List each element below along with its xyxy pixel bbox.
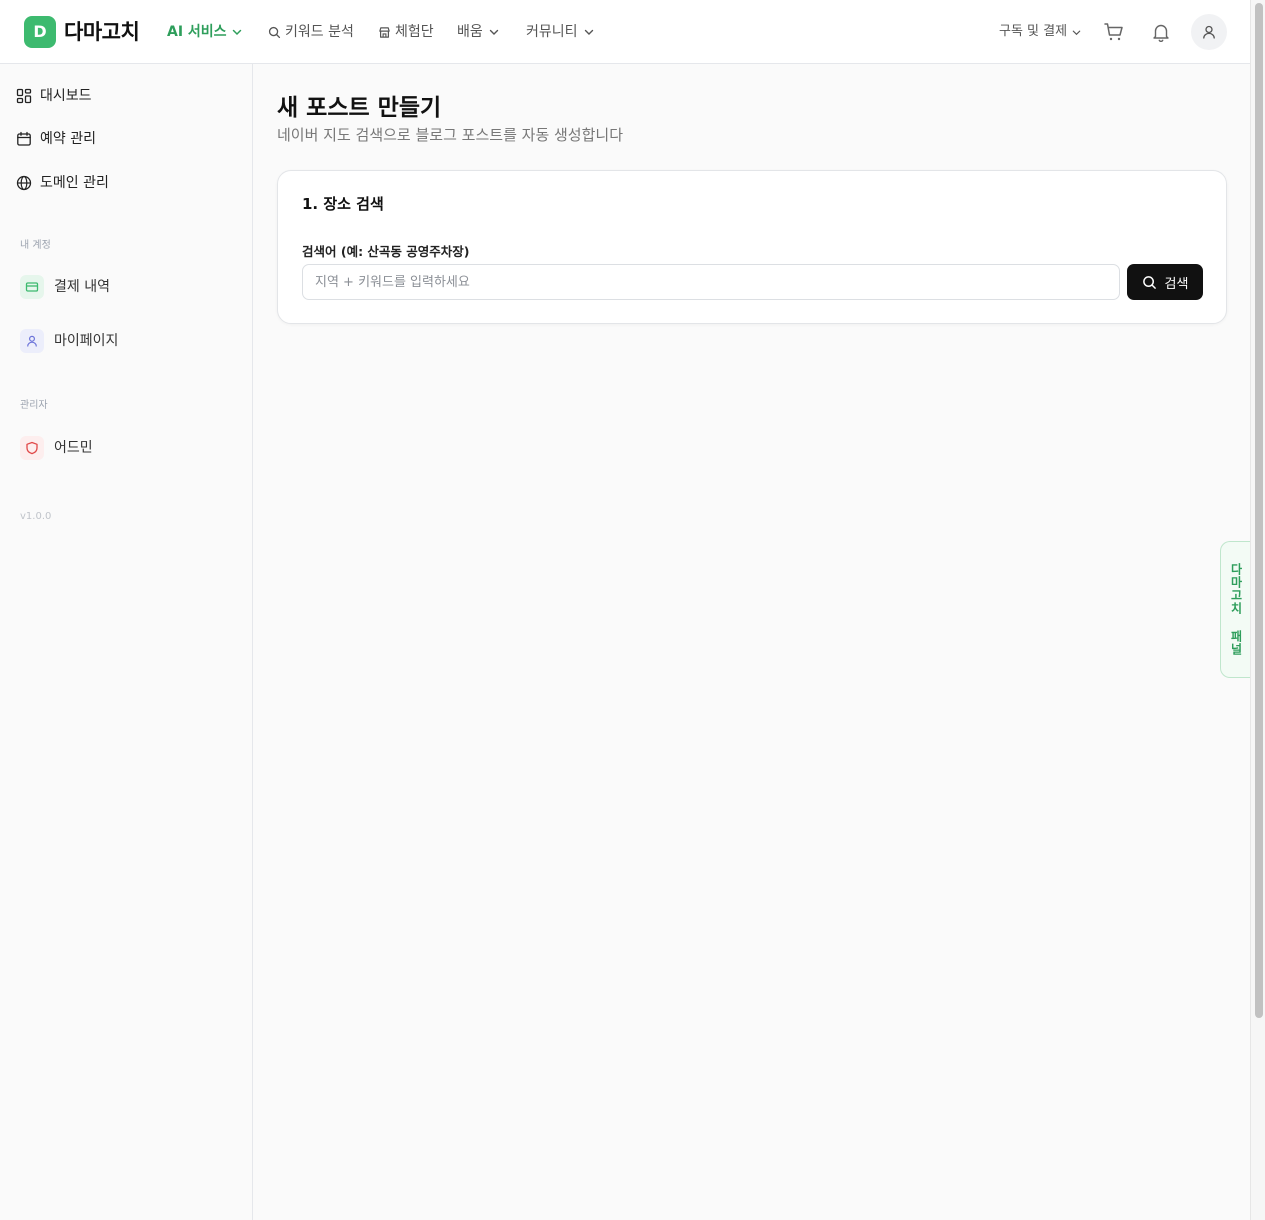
globe-icon [16, 175, 32, 191]
sidebar-item-payment-history[interactable]: 결제 내역 [20, 275, 110, 299]
sidebar-item-domains[interactable]: 도메인 관리 [16, 173, 109, 193]
sidebar-item-mypage-label: 마이페이지 [54, 333, 119, 349]
damagotchi-panel-label: 다마고치 패널 [1229, 563, 1243, 656]
cart-icon [1104, 23, 1123, 41]
sidebar-item-dashboard[interactable]: 대시보드 [16, 86, 92, 106]
search-icon [1142, 275, 1156, 289]
calendar-icon [17, 131, 31, 146]
chevron-down-icon [232, 29, 241, 36]
chevron-down-icon [489, 29, 498, 35]
sidebar-item-reservations[interactable]: 예약 관리 [16, 129, 96, 149]
sidebar-item-reservations-label: 예약 관리 [40, 131, 96, 147]
search-button[interactable]: 검색 [1127, 264, 1203, 300]
sidebar-item-admin-label: 어드민 [54, 440, 93, 456]
user-icon [1203, 25, 1215, 39]
app-version: v1.0.0 [20, 511, 52, 522]
page-title: 새 포스트 만들기 [277, 95, 442, 121]
page-scrollbar[interactable] [1250, 0, 1265, 1220]
user-avatar-button[interactable] [1191, 14, 1227, 50]
search-icon [268, 26, 281, 38]
subscribe-menu[interactable]: 구독 및 결제 [999, 20, 1082, 44]
nav-experience-group-label: 체험단 [395, 24, 434, 40]
sidebar-item-admin[interactable]: 어드민 [20, 436, 93, 460]
logo-text[interactable]: 다마고치 [64, 16, 140, 48]
search-button-label: 검색 [1164, 276, 1189, 292]
damagotchi-panel-tab[interactable]: 다마고치 패널 [1220, 541, 1252, 678]
user-icon [20, 329, 44, 353]
shield-icon [20, 436, 44, 460]
sidebar-section-account: 내 계정 [20, 240, 51, 251]
place-search-input[interactable] [302, 264, 1120, 300]
nav-community[interactable]: 커뮤니티 [526, 20, 596, 44]
subscribe-menu-label: 구독 및 결제 [999, 24, 1068, 39]
page-subtitle: 네이버 지도 검색으로 블로그 포스트를 자동 생성합니다 [277, 126, 624, 144]
nav-keyword-analysis-label: 키워드 분석 [285, 24, 354, 40]
chevron-down-icon [1072, 30, 1081, 35]
notification-button[interactable] [1149, 20, 1173, 44]
chevron-down-icon [584, 29, 593, 35]
dashboard-icon [16, 88, 32, 104]
logo-badge[interactable]: D [24, 16, 56, 48]
card-title: 1. 장소 검색 [302, 195, 384, 213]
nav-learning-label: 배움 [457, 24, 483, 40]
card-icon [20, 275, 44, 299]
nav-learning[interactable]: 배움 [457, 20, 501, 44]
nav-keyword-analysis[interactable]: 키워드 분석 [268, 20, 354, 44]
bell-icon [1153, 24, 1169, 43]
cart-button[interactable] [1102, 20, 1126, 44]
sidebar-item-payment-history-label: 결제 내역 [54, 279, 110, 295]
nav-ai-services[interactable]: AI 서비스 [167, 20, 243, 44]
scrollbar-thumb[interactable] [1255, 3, 1263, 1018]
nav-community-label: 커뮤니티 [526, 24, 578, 40]
nav-ai-services-label: AI 서비스 [167, 24, 227, 40]
store-icon [379, 26, 390, 38]
sidebar: 대시보드 예약 관리 도메인 관리 내 계정 결제 내역 마이페이지 관리자 어… [0, 64, 253, 1220]
sidebar-item-mypage[interactable]: 마이페이지 [20, 329, 118, 353]
search-field-label: 검색어 (예: 산곡동 공영주차장) [302, 244, 470, 259]
sidebar-item-domains-label: 도메인 관리 [40, 175, 109, 191]
nav-experience-group[interactable]: 체험단 [378, 20, 434, 44]
sidebar-section-admin: 관리자 [20, 400, 48, 411]
sidebar-item-dashboard-label: 대시보드 [40, 88, 92, 104]
place-search-card: 1. 장소 검색 검색어 (예: 산곡동 공영주차장) 검색 [277, 170, 1227, 324]
top-header: D 다마고치 AI 서비스 키워드 분석 체험단 배움 커뮤니티 구독 및 결제 [0, 0, 1250, 64]
